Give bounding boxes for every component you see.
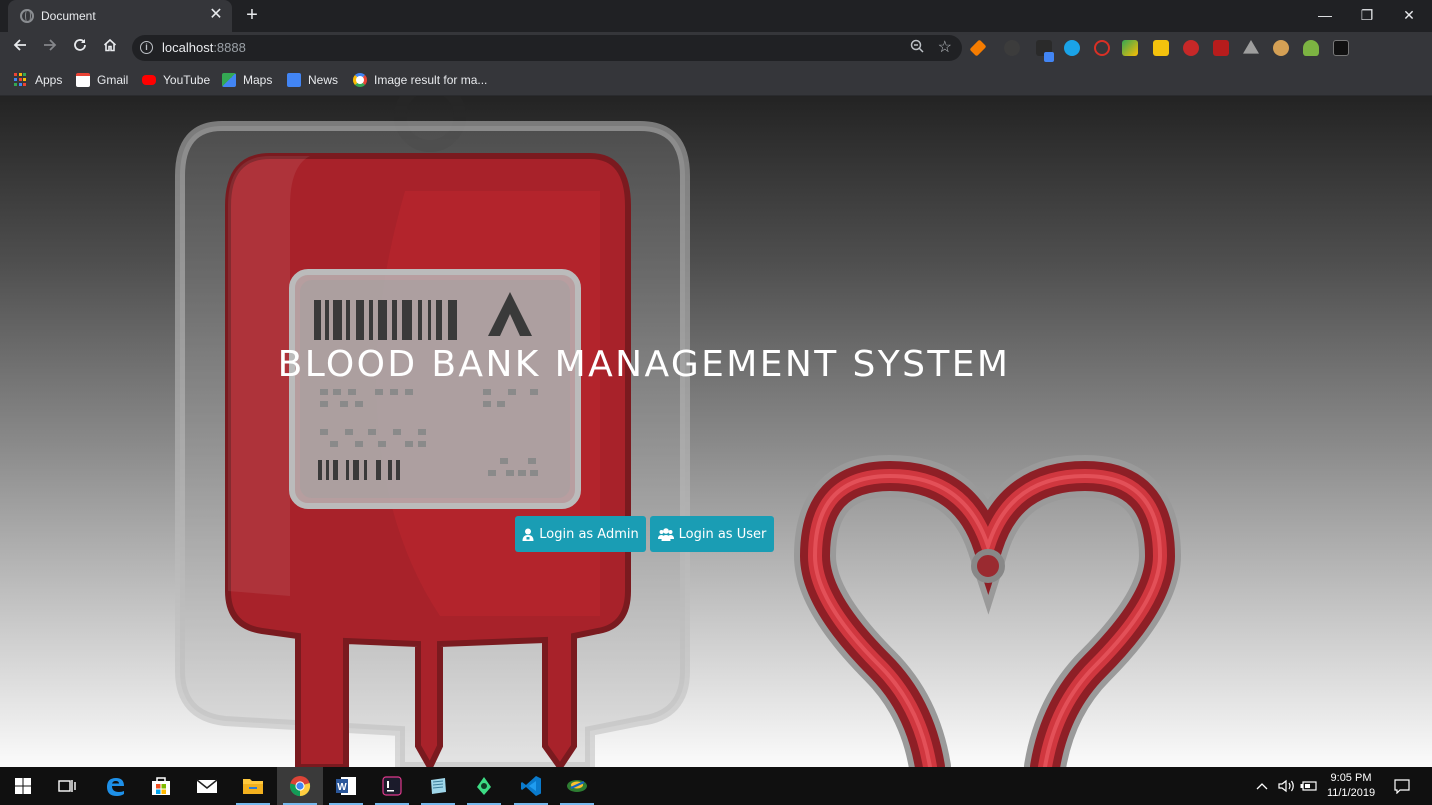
- bookmark-gmail[interactable]: Gmail: [76, 71, 128, 89]
- terminal-app-icon[interactable]: [369, 767, 415, 805]
- close-window-button[interactable]: ✕: [1386, 0, 1432, 30]
- chrome-icon[interactable]: [277, 767, 323, 805]
- extension-pen-icon[interactable]: [1036, 40, 1054, 62]
- extension-red-icon[interactable]: [1094, 40, 1110, 56]
- extension-yellow-icon[interactable]: [1153, 40, 1169, 56]
- browser-toolbar: i localhost:8888 ☆ ⋮: [0, 32, 1432, 89]
- globe-icon: [20, 9, 34, 23]
- blood-bag-illustration: [175, 96, 690, 767]
- address-bar[interactable]: i localhost:8888 ☆: [132, 35, 962, 61]
- taskbar-clock[interactable]: 9:05 PM 11/1/2019: [1318, 771, 1384, 801]
- tab-document[interactable]: Document ✕: [8, 0, 232, 32]
- maps-icon: [222, 73, 236, 87]
- background-illustration: [175, 96, 1182, 767]
- clock-date: 11/1/2019: [1326, 787, 1376, 799]
- bookmark-maps[interactable]: Maps: [222, 71, 272, 89]
- edge-browser-icon[interactable]: [92, 767, 138, 805]
- tab-title: Document: [41, 9, 96, 23]
- notepad-app-icon[interactable]: [415, 767, 461, 805]
- bookmarks-bar: Apps Gmail YouTube Maps News Image resul…: [0, 64, 1432, 96]
- store-icon[interactable]: [138, 767, 184, 805]
- url-text[interactable]: localhost:8888: [162, 40, 246, 55]
- extension-pdf-icon[interactable]: [1213, 40, 1229, 56]
- login-user-label: Login as User: [678, 526, 767, 542]
- extension-shield-icon[interactable]: [1183, 40, 1199, 56]
- extension-blue-icon[interactable]: [1064, 40, 1080, 56]
- bookmark-image-result[interactable]: Image result for ma...: [353, 71, 487, 89]
- extension-green-icon[interactable]: [1122, 40, 1138, 56]
- tray-app-icon[interactable]: [554, 767, 600, 805]
- extension-cube-icon[interactable]: [1333, 40, 1349, 56]
- word-icon[interactable]: W: [323, 767, 369, 805]
- login-user-button[interactable]: Login as User: [650, 516, 774, 552]
- task-view-icon[interactable]: [44, 767, 90, 805]
- users-group-icon: [657, 527, 674, 541]
- bookmark-news[interactable]: News: [287, 71, 338, 89]
- google-icon: [353, 73, 367, 87]
- extension-wrench-icon[interactable]: [969, 39, 987, 57]
- extension-cookie-icon[interactable]: [1273, 40, 1289, 56]
- heart-tube-illustration: [793, 454, 1182, 767]
- info-icon[interactable]: i: [140, 41, 153, 54]
- gmail-icon: [76, 73, 90, 87]
- extension-dark-icon[interactable]: [1004, 40, 1020, 56]
- forward-arrow-icon[interactable]: [39, 37, 61, 59]
- new-tab-button[interactable]: +: [242, 4, 262, 26]
- news-icon: [287, 73, 301, 87]
- login-admin-label: Login as Admin: [539, 526, 639, 542]
- action-center-icon[interactable]: [1394, 767, 1410, 805]
- extension-tree-icon[interactable]: [1303, 40, 1319, 56]
- bookmark-youtube[interactable]: YouTube: [142, 71, 210, 89]
- show-hidden-icons-chevron[interactable]: [1256, 767, 1268, 805]
- bookmark-star-icon[interactable]: ☆: [938, 37, 952, 57]
- restore-button[interactable]: ❐: [1344, 0, 1390, 30]
- page-title: BLOOD BANK MANAGEMENT SYSTEM: [277, 344, 1011, 385]
- bookmark-apps[interactable]: Apps: [14, 71, 62, 89]
- admin-user-icon: [522, 528, 534, 541]
- android-studio-icon[interactable]: [461, 767, 507, 805]
- file-explorer-icon[interactable]: [230, 767, 276, 805]
- page-viewport: BLOOD BANK MANAGEMENT SYSTEM Login as Ad…: [0, 96, 1432, 767]
- battery-icon[interactable]: [1300, 767, 1318, 805]
- vscode-icon[interactable]: [508, 767, 554, 805]
- tab-close-icon[interactable]: ✕: [208, 6, 224, 24]
- login-admin-button[interactable]: Login as Admin: [515, 516, 646, 552]
- mail-icon[interactable]: [184, 767, 230, 805]
- extension-drive-icon[interactable]: [1243, 40, 1259, 54]
- zoom-icon[interactable]: [910, 39, 924, 56]
- youtube-icon: [142, 75, 156, 85]
- home-icon[interactable]: [99, 37, 121, 59]
- tab-strip: Document ✕ + — ❐ ✕: [0, 0, 1432, 32]
- apps-grid-icon: [14, 73, 28, 87]
- windows-start-icon[interactable]: [0, 767, 46, 805]
- reload-icon[interactable]: [69, 37, 91, 59]
- windows-taskbar: W 9:05 PM 11/1/2019: [0, 767, 1432, 805]
- back-arrow-icon[interactable]: [9, 37, 31, 59]
- clock-time: 9:05 PM: [1330, 772, 1372, 784]
- minimize-button[interactable]: —: [1302, 0, 1348, 30]
- volume-icon[interactable]: [1278, 767, 1296, 805]
- svg-text:W: W: [337, 782, 347, 793]
